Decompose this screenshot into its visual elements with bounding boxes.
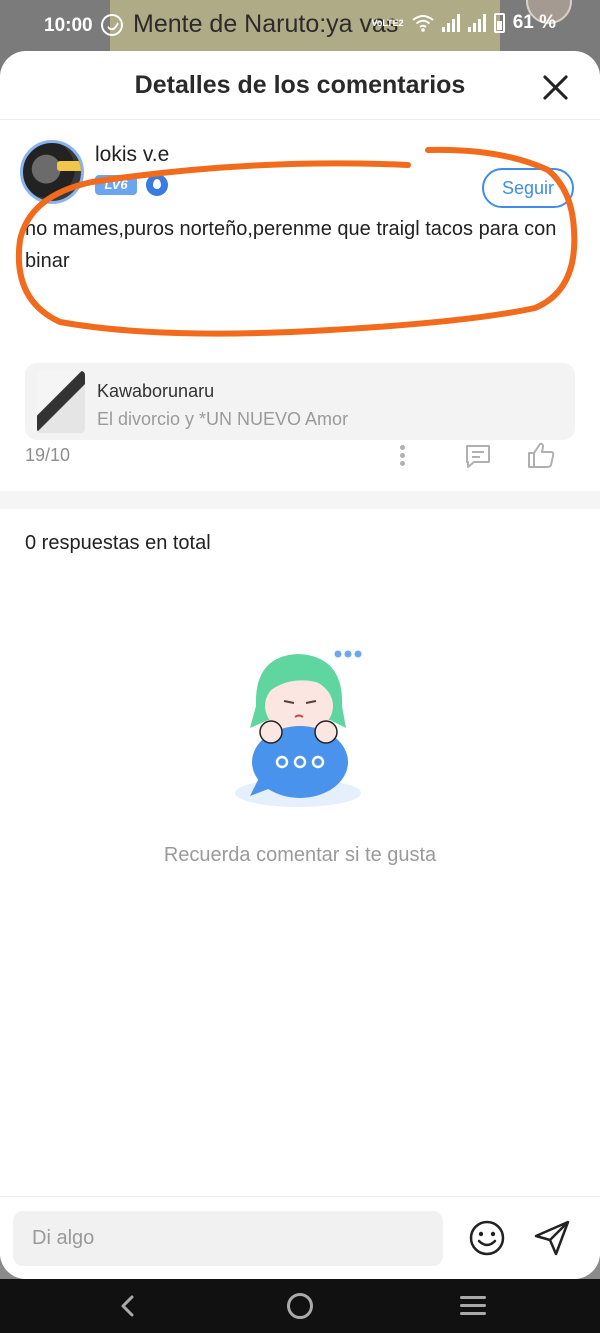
signal-icon — [441, 14, 460, 32]
reply-icon[interactable] — [464, 443, 492, 469]
follow-button[interactable]: Seguir — [482, 168, 574, 208]
level-badge: LV6 — [95, 175, 137, 195]
comment-details-sheet: Detalles de los comentarios lokis v.e LV… — [0, 51, 600, 1279]
emoji-icon[interactable] — [468, 1219, 506, 1257]
referenced-post-card[interactable]: Kawaborunaru El divorcio y *UN NUEVO Amo… — [25, 363, 575, 440]
comment-card: lokis v.e LV6 Seguir no mames,puros nort… — [0, 120, 600, 442]
comment-date: 19/10 — [25, 445, 71, 465]
like-icon[interactable] — [526, 441, 556, 469]
recent-apps-icon[interactable] — [460, 1296, 486, 1316]
status-bar: 10:00 VoLTE2 61 % — [0, 0, 600, 50]
close-icon[interactable] — [542, 73, 570, 101]
empty-replies-mascot-illustration — [235, 650, 362, 807]
whatsapp-icon — [101, 14, 123, 36]
sheet-header: Detalles de los comentarios — [0, 51, 600, 120]
send-icon[interactable] — [532, 1218, 572, 1258]
referenced-post-author: Kawaborunaru — [97, 381, 215, 401]
reply-count: 0 respuestas en total — [25, 532, 211, 554]
volte-indicator: VoLTE2 — [371, 17, 404, 28]
status-time: 10:00 — [44, 15, 93, 36]
system-navigation-bar — [0, 1279, 600, 1333]
referenced-post-thumbnail — [37, 371, 85, 433]
more-icon[interactable] — [394, 445, 410, 469]
avatar-frame-tag — [57, 161, 81, 171]
referenced-post-title: El divorcio y *UN NUEVO Amor — [97, 409, 349, 429]
battery-icon — [493, 13, 505, 33]
home-icon[interactable] — [287, 1293, 313, 1319]
wifi-icon — [412, 15, 434, 32]
comment-text: no mames,puros norteño,perenme que traig… — [25, 218, 557, 272]
empty-replies-message: Recuerda comentar si te gusta — [163, 844, 437, 866]
comment-input-bar — [0, 1196, 600, 1279]
comment-meta-row: 19/10 — [0, 441, 600, 483]
section-divider — [0, 491, 600, 509]
avatar[interactable] — [20, 140, 84, 204]
back-icon[interactable] — [116, 1294, 140, 1318]
username[interactable]: lokis v.e — [95, 143, 169, 167]
drop-badge-icon — [146, 174, 168, 196]
status-icons: VoLTE2 61 % — [372, 12, 556, 34]
battery-percent: 61 % — [512, 12, 556, 33]
comment-input[interactable] — [13, 1211, 443, 1266]
signal-icon — [467, 14, 486, 32]
sheet-title: Detalles de los comentarios — [134, 71, 466, 99]
